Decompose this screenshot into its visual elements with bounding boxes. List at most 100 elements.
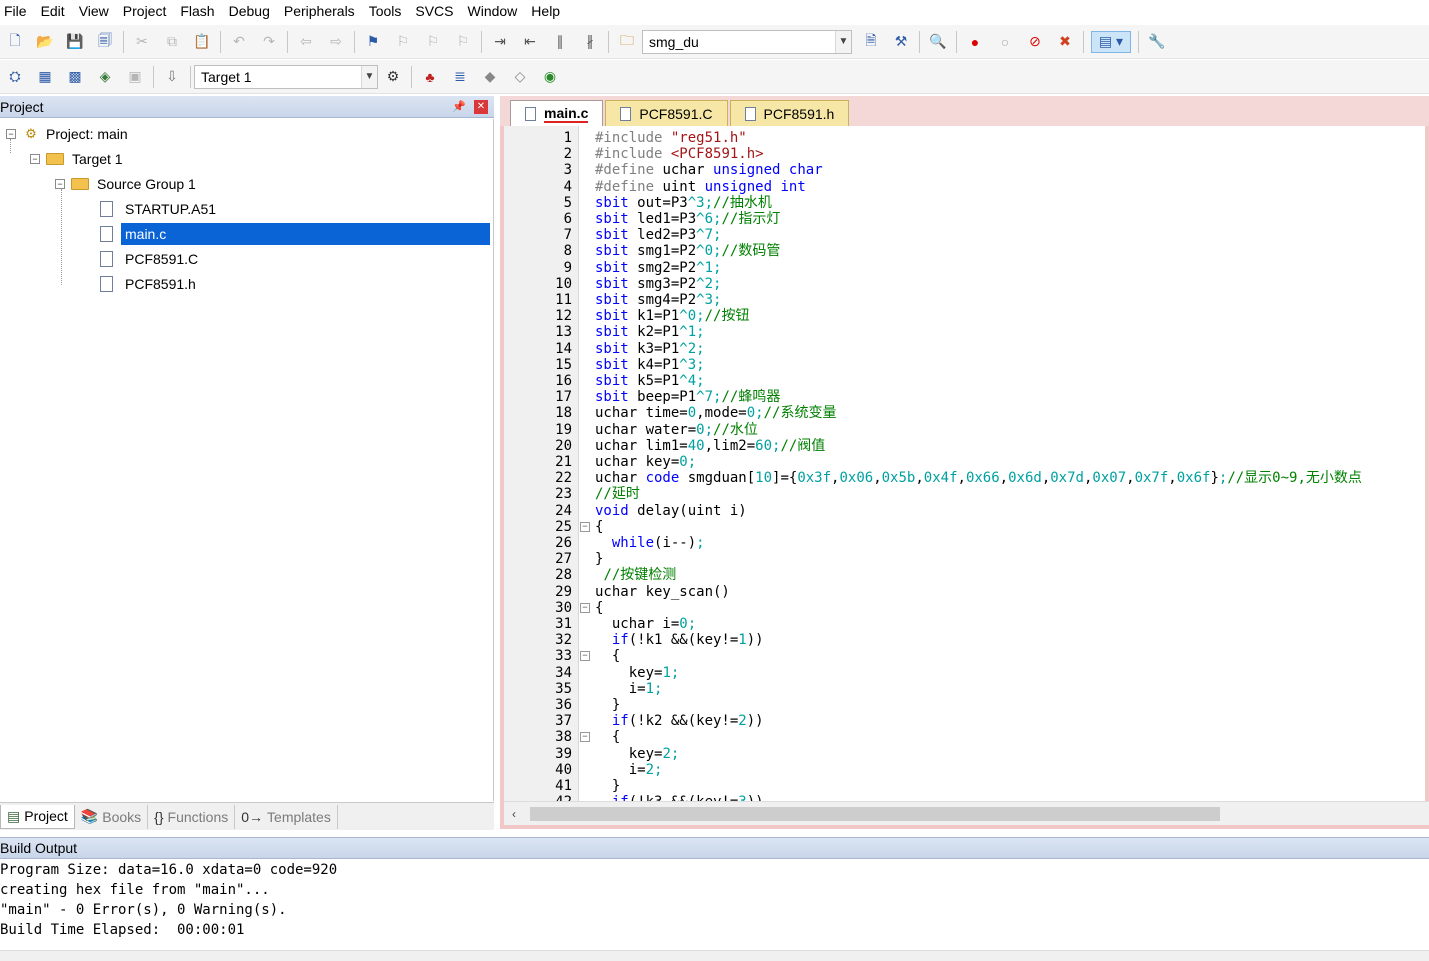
code-line[interactable]: 40 i=2;: [504, 762, 1429, 778]
disable-breakpoint-icon[interactable]: ○: [994, 31, 1016, 53]
menu-window[interactable]: Window: [462, 1, 526, 21]
tree-item-source-group[interactable]: − Source Group 1: [55, 173, 196, 195]
comment-icon[interactable]: ∥: [549, 31, 571, 53]
next-bookmark-icon[interactable]: ⚐: [422, 31, 444, 53]
code-line[interactable]: 23 //延时: [504, 486, 1429, 502]
tree-item-target[interactable]: − Target 1: [30, 148, 123, 170]
menu-project[interactable]: Project: [117, 1, 175, 21]
code-line[interactable]: 31 uchar i=0;: [504, 616, 1429, 632]
code-line[interactable]: 20 uchar lim1=40,lim2=60;//阀值: [504, 438, 1429, 454]
configure-icon[interactable]: 🔧: [1146, 31, 1168, 53]
menu-tools[interactable]: Tools: [363, 1, 410, 21]
batch-build-icon[interactable]: ◈: [94, 66, 116, 88]
tab-project[interactable]: ▤ Project: [0, 804, 75, 829]
open-folder-icon[interactable]: 📂: [34, 31, 56, 53]
code-line[interactable]: 15 sbit k4=P1^3;: [504, 357, 1429, 373]
chevron-down-icon[interactable]: ▼: [835, 30, 851, 53]
pin-icon[interactable]: 📌: [452, 100, 466, 113]
kill-all-breakpoints-icon[interactable]: ✖: [1054, 31, 1076, 53]
menu-svcs[interactable]: SVCS: [409, 1, 461, 21]
code-line[interactable]: 16 sbit k5=P1^4;: [504, 373, 1429, 389]
paste-icon[interactable]: 📋: [191, 31, 213, 53]
translate-icon[interactable]: ⛭: [4, 66, 26, 88]
fold-toggle-icon[interactable]: −: [580, 732, 590, 743]
tab-pcf8591-h[interactable]: PCF8591.h: [729, 100, 850, 126]
indent-icon[interactable]: ⇥: [489, 31, 511, 53]
chevron-down-icon[interactable]: ▼: [361, 65, 377, 88]
build-icon[interactable]: ▦: [34, 66, 56, 88]
uncomment-icon[interactable]: ∦: [579, 31, 601, 53]
code-line[interactable]: 19 uchar water=0;//水位: [504, 422, 1429, 438]
code-line[interactable]: 24 void delay(uint i): [504, 503, 1429, 519]
code-line[interactable]: 5 sbit out=P3^3;//抽水机: [504, 195, 1429, 211]
tree-item-file[interactable]: STARTUP.A51: [100, 198, 216, 220]
scrollbar-thumb[interactable]: [530, 807, 1220, 821]
nav-back-icon[interactable]: ⇦: [295, 31, 317, 53]
pack-installer-icon[interactable]: ◆: [479, 66, 501, 88]
code-line[interactable]: 37 if(!k2 &&(key!=2)): [504, 713, 1429, 729]
menu-peripherals[interactable]: Peripherals: [278, 1, 363, 21]
select-software-packs-icon[interactable]: ◇: [509, 66, 531, 88]
code-line[interactable]: 10 sbit smg3=P2^2;: [504, 276, 1429, 292]
menu-flash[interactable]: Flash: [174, 1, 222, 21]
menu-debug[interactable]: Debug: [223, 1, 278, 21]
code-line[interactable]: 13 sbit k2=P1^1;: [504, 324, 1429, 340]
code-line[interactable]: 35 i=1;: [504, 681, 1429, 697]
menu-file[interactable]: File: [0, 1, 35, 21]
code-line[interactable]: 3 #define uchar unsigned char: [504, 162, 1429, 178]
code-line[interactable]: 11 sbit smg4=P2^3;: [504, 292, 1429, 308]
new-file-icon[interactable]: 🗋: [4, 31, 26, 53]
code-line[interactable]: 36 }: [504, 697, 1429, 713]
unindent-icon[interactable]: ⇤: [519, 31, 541, 53]
code-line[interactable]: 22 uchar code smgduan[10]={0x3f,0x06,0x5b…: [504, 470, 1429, 486]
fold-toggle-icon[interactable]: −: [580, 521, 590, 532]
code-line[interactable]: 38− {: [504, 729, 1429, 745]
menu-help[interactable]: Help: [525, 1, 568, 21]
code-line[interactable]: 7 sbit led2=P3^7;: [504, 227, 1429, 243]
target-options-icon[interactable]: ⚙: [382, 66, 404, 88]
start-debug-icon[interactable]: 🔍: [927, 31, 949, 53]
tree-item-file[interactable]: PCF8591.h: [100, 273, 196, 295]
code-line[interactable]: 33− {: [504, 648, 1429, 664]
code-line[interactable]: 28 //按键检测: [504, 567, 1429, 583]
code-line[interactable]: 1 #include "reg51.h": [504, 130, 1429, 146]
code-line[interactable]: 34 key=1;: [504, 665, 1429, 681]
tree-item-file[interactable]: PCF8591.C: [100, 248, 198, 270]
run-time-environment-icon[interactable]: ◉: [539, 66, 561, 88]
collapse-icon[interactable]: −: [6, 129, 16, 139]
code-line[interactable]: 32 if(!k1 &&(key!=1)): [504, 632, 1429, 648]
find-combo[interactable]: smg_du ▼: [642, 29, 852, 54]
scroll-left-icon[interactable]: ‹: [504, 807, 524, 821]
code-line[interactable]: 9 sbit smg2=P2^1;: [504, 260, 1429, 276]
clear-bookmarks-icon[interactable]: ⚐: [452, 31, 474, 53]
code-line[interactable]: 21 uchar key=0;: [504, 454, 1429, 470]
undo-icon[interactable]: ↶: [228, 31, 250, 53]
breakpoint-icon[interactable]: ●: [964, 31, 986, 53]
disable-all-breakpoints-icon[interactable]: ⊘: [1024, 31, 1046, 53]
copy-icon[interactable]: ⧉: [161, 31, 183, 53]
find-in-files-icon[interactable]: 🗀: [616, 31, 638, 53]
code-line[interactable]: 2 #include <PCF8591.h>: [504, 146, 1429, 162]
nav-forward-icon[interactable]: ⇨: [325, 31, 347, 53]
fold-toggle-icon[interactable]: −: [580, 602, 590, 613]
code-line[interactable]: 6 sbit led1=P3^6;//指示灯: [504, 211, 1429, 227]
redo-icon[interactable]: ↷: [258, 31, 280, 53]
horizontal-scrollbar[interactable]: ‹: [504, 801, 1429, 825]
collapse-icon[interactable]: −: [30, 154, 40, 164]
rebuild-icon[interactable]: ▩: [64, 66, 86, 88]
code-line[interactable]: 18 uchar time=0,mode=0;//系统变量: [504, 405, 1429, 421]
menu-view[interactable]: View: [73, 1, 117, 21]
cut-icon[interactable]: ✂: [131, 31, 153, 53]
code-line[interactable]: 25−{: [504, 519, 1429, 535]
stop-build-icon[interactable]: ▣: [124, 66, 146, 88]
collapse-icon[interactable]: −: [55, 179, 65, 189]
code-line[interactable]: 26 while(i--);: [504, 535, 1429, 551]
tab-functions[interactable]: {} Functions: [148, 804, 236, 829]
bookmark-icon[interactable]: ⚑: [362, 31, 384, 53]
code-line[interactable]: 14 sbit k3=P1^2;: [504, 341, 1429, 357]
tree-item-project[interactable]: − ⚙ Project: main: [6, 123, 128, 145]
save-all-icon[interactable]: 🗐: [94, 31, 116, 53]
close-icon[interactable]: ✕: [474, 99, 488, 114]
file-extensions-icon[interactable]: ≣: [449, 66, 471, 88]
code-line[interactable]: 30−{: [504, 600, 1429, 616]
